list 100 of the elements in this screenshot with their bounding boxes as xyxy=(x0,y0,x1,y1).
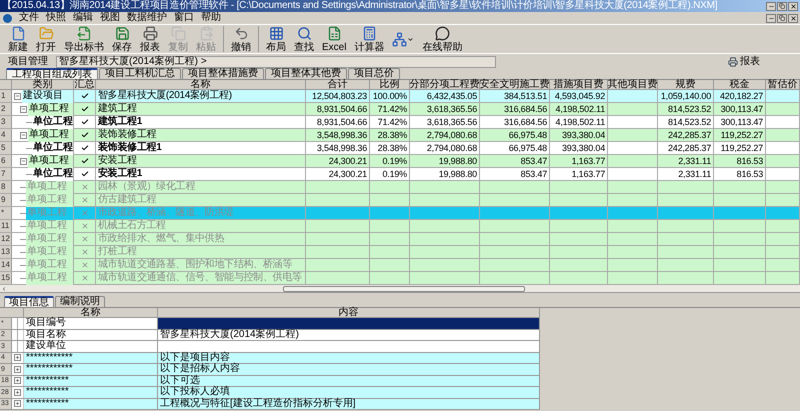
amount-cell xyxy=(550,272,608,284)
close-button[interactable] xyxy=(788,14,798,22)
tab[interactable]: 项目信息 xyxy=(4,296,54,307)
amount-cell xyxy=(410,272,480,284)
amount-cell xyxy=(658,246,714,258)
printer-icon xyxy=(142,26,158,40)
amount-cell xyxy=(480,246,550,258)
breadcrumb-item[interactable]: 智多星科技大厦(2014案例工程) xyxy=(59,56,198,66)
type-cell: 单项工程 xyxy=(28,102,73,116)
type-cell: 单项工程 xyxy=(26,246,73,258)
content-cell[interactable]: 以下可选 xyxy=(158,376,540,386)
content-cell[interactable]: 以下是项目内容 xyxy=(158,352,540,363)
amount-cell xyxy=(370,194,410,206)
amount-cell xyxy=(306,207,370,219)
save-icon xyxy=(114,26,130,40)
menu-item[interactable]: 帮助 xyxy=(201,13,221,23)
amount-cell xyxy=(306,194,370,206)
table-row[interactable]: 1 建设项目 智多星科技大厦(2014案例工程) 12,504,803.23 100.00% 6,432,435.05 384,513.51 4,593,045.92 1,059,140.00 420,182.27 xyxy=(0,90,800,103)
toolbar-button[interactable]: 报表 xyxy=(136,25,164,53)
close-button[interactable] xyxy=(788,2,798,10)
table-row[interactable]: 7 单位工程 安装工程1 24,300.21 0.19% 19,988.80 853.47 1,163.77 2,331.11 816.53 xyxy=(0,168,800,181)
menu-item[interactable]: 视图 xyxy=(100,13,120,23)
printer-icon xyxy=(728,56,738,66)
content-cell[interactable]: 以下是招标人内容 xyxy=(158,364,540,374)
column-header: 名称 xyxy=(24,308,158,317)
spreadsheet-icon xyxy=(326,26,342,40)
table-row[interactable]: 2 单项工程 建筑工程 8,931,504.66 71.42% 3,618,365.56 316,684.56 4,198,502.11 814,523.52 300,113.47 xyxy=(0,103,800,116)
restore-button[interactable] xyxy=(777,2,787,10)
menu-item[interactable]: 编辑 xyxy=(73,13,93,23)
column-header: 名称 xyxy=(96,80,306,89)
toolbar-button[interactable]: 计算器 xyxy=(350,25,388,53)
name-cell: 仿古建筑工程 xyxy=(96,194,306,206)
toolbar-button[interactable]: 打开 xyxy=(32,25,60,53)
type-cell: 单项工程 xyxy=(26,272,73,284)
toolbar-button[interactable]: 导出标书 xyxy=(60,25,108,53)
column-header: 内容 xyxy=(158,308,540,317)
name-cell: 建设单位 xyxy=(24,341,158,352)
menu-item[interactable]: 快照 xyxy=(46,13,66,23)
table-row[interactable]: 5 单位工程 装饰装修工程1 3,548,998.36 28.38% 2,794,080.68 66,975.48 393,380.04 242,285.37 119,252.27 xyxy=(0,142,800,155)
amount-cell xyxy=(608,155,658,167)
amount-cell xyxy=(714,233,766,245)
restore-button[interactable] xyxy=(777,14,787,22)
collapse-icon[interactable] xyxy=(20,106,27,112)
content-cell[interactable] xyxy=(158,318,540,328)
toolbar-button[interactable]: 查找 xyxy=(290,25,318,53)
folder-icon xyxy=(38,26,54,40)
table-row[interactable]: 3 单位工程 建筑工程1 8,931,504.66 71.42% 3,618,365.56 316,684.56 4,198,502.11 814,523.52 300,113.47 xyxy=(0,116,800,129)
tab[interactable]: 项目总价 xyxy=(348,68,400,79)
amount-cell xyxy=(370,259,410,271)
amount-cell xyxy=(658,272,714,284)
restore-icon xyxy=(779,3,785,9)
amount-cell xyxy=(766,181,800,193)
content-cell[interactable]: 智多星科技大厦(2014案例工程) xyxy=(158,330,540,340)
minimize-button[interactable] xyxy=(766,14,776,22)
amount-cell xyxy=(410,181,480,193)
amount-cell xyxy=(306,233,370,245)
menu-item[interactable]: 文件 xyxy=(19,13,39,23)
table-row[interactable]: 6 单项工程 安装工程 24,300.21 0.19% 19,988.80 853.47 1,163.77 2,331.11 816.53 xyxy=(0,155,800,168)
column-header: 比例 xyxy=(370,80,410,89)
minimize-button[interactable] xyxy=(766,2,776,10)
expand-icon[interactable] xyxy=(14,388,21,396)
toolbar-button[interactable]: 保存 xyxy=(108,25,136,53)
tab[interactable]: 项目整体措施费 xyxy=(182,68,264,79)
tab[interactable]: 项目工料机汇总 xyxy=(99,68,181,79)
menu-item[interactable]: 数据维护 xyxy=(127,13,167,23)
row-number: 5 xyxy=(0,142,12,154)
amount-cell xyxy=(306,246,370,258)
collapse-icon[interactable] xyxy=(20,132,27,138)
tab[interactable]: 工程项目组成列表 xyxy=(6,68,98,79)
content-cell[interactable]: 以下投标人必填 xyxy=(158,387,540,398)
row-number: 8 xyxy=(0,181,12,193)
tab[interactable]: 编制说明 xyxy=(55,296,105,307)
expand-icon[interactable] xyxy=(14,400,21,408)
menu-item[interactable]: 窗口 xyxy=(174,13,194,23)
amount-cell xyxy=(766,272,800,284)
amount-cell xyxy=(714,194,766,206)
amount-cell: 71.42% xyxy=(370,103,410,115)
expand-icon[interactable] xyxy=(14,354,21,362)
name-cell: *********** xyxy=(24,387,158,398)
content-cell[interactable]: 工程概况与特征[建设工程造价指标分析专用] xyxy=(158,398,540,409)
table-row[interactable]: 4 单项工程 装饰装修工程 3,548,998.36 28.38% 2,794,080.68 66,975.48 393,380.04 242,285.37 119,252.27 xyxy=(0,129,800,142)
collapse-icon[interactable] xyxy=(20,158,27,164)
expand-icon[interactable] xyxy=(14,377,21,384)
collapse-icon[interactable] xyxy=(14,92,21,100)
amount-cell xyxy=(370,246,410,258)
amount-cell xyxy=(550,259,608,271)
toolbar-button[interactable]: Excel xyxy=(318,25,350,53)
toolbar-button[interactable]: 撤销 xyxy=(227,25,255,53)
scroll-left-icon[interactable] xyxy=(0,284,8,292)
tab[interactable]: 项目整体其他费 xyxy=(265,68,347,79)
amount-cell xyxy=(766,220,800,232)
expand-icon[interactable] xyxy=(14,366,21,373)
report-button[interactable]: 报表 xyxy=(728,56,760,66)
amount-cell xyxy=(550,194,608,206)
toolbar-button[interactable]: 在线帮助 xyxy=(418,25,466,53)
toolbar-button[interactable]: 新建 xyxy=(4,25,32,53)
toolbar-button[interactable]: 布局 xyxy=(262,25,290,53)
amount-cell: 28.38% xyxy=(370,129,410,141)
amount-cell: 0.19% xyxy=(370,155,410,167)
name-cell: 建筑工程 xyxy=(96,103,306,115)
